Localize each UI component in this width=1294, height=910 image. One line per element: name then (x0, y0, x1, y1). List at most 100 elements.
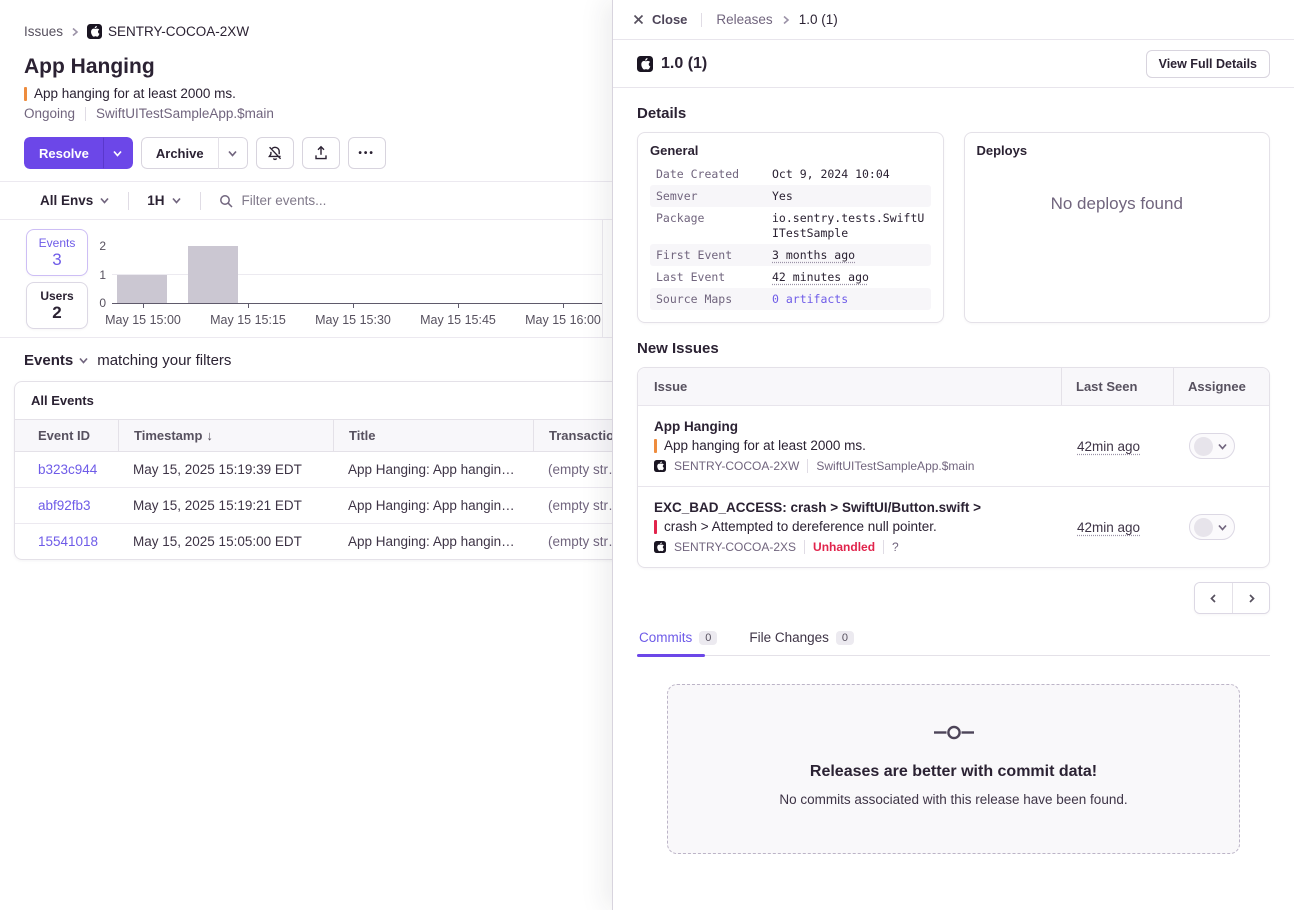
tab-file-changes[interactable]: File Changes 0 (747, 622, 856, 655)
ellipsis-icon: ••• (358, 148, 375, 159)
chart-bar (188, 246, 238, 303)
divider (602, 220, 603, 337)
breadcrumb-issues-link[interactable]: Issues (24, 24, 63, 39)
divider (807, 459, 808, 473)
view-full-details-button[interactable]: View Full Details (1146, 50, 1270, 78)
event-id-link[interactable]: 15541018 (15, 524, 118, 559)
events-section-subtitle: matching your filters (97, 352, 231, 369)
close-icon (633, 14, 644, 25)
tab-commits-label: Commits (639, 630, 692, 645)
column-event-id[interactable]: Event ID (15, 420, 118, 451)
detail-row: Last Event 42 minutes ago (650, 266, 931, 288)
chevron-right-icon (781, 15, 791, 25)
detail-key: Source Maps (656, 292, 772, 307)
divider (883, 540, 884, 554)
events-dataset-selector[interactable]: Events (24, 352, 89, 369)
apple-platform-icon (654, 541, 666, 553)
breadcrumb-project-label: SENTRY-COCOA-2XW (108, 24, 249, 39)
new-issues-heading: New Issues (637, 340, 1270, 357)
chevron-down-icon (1217, 522, 1228, 533)
archive-button[interactable]: Archive (141, 137, 218, 169)
previous-page-button[interactable] (1195, 583, 1232, 613)
mute-button[interactable] (256, 137, 294, 169)
column-assignee: Assignee (1173, 368, 1269, 405)
empty-state-title: Releases are better with commit data! (688, 763, 1219, 781)
more-actions-button[interactable]: ••• (348, 137, 386, 169)
event-id-link[interactable]: b323c944 (15, 452, 118, 487)
avatar (1194, 518, 1213, 537)
drawer-topbar: Close Releases 1.0 (1) (613, 0, 1294, 40)
period-filter-label: 1H (147, 193, 164, 208)
level-indicator (654, 439, 657, 453)
issue-short-id: SENTRY-COCOA-2XS (674, 540, 796, 554)
assignee-dropdown[interactable] (1189, 514, 1235, 540)
environment-filter[interactable]: All Envs (40, 193, 110, 208)
breadcrumb-project[interactable]: SENTRY-COCOA-2XW (87, 24, 249, 39)
issues-table-header: Issue Last Seen Assignee (638, 368, 1269, 405)
detail-key: Last Event (656, 270, 772, 285)
event-transaction: (empty str… (533, 452, 612, 487)
issue-detail-panel: Issues SENTRY-COCOA-2XW App Hanging App … (0, 0, 612, 910)
event-id-link[interactable]: abf92fb3 (15, 488, 118, 523)
issue-context: SwiftUITestSampleApp.$main (96, 106, 274, 121)
sort-desc-icon: ↓ (206, 428, 213, 443)
breadcrumb-releases-link[interactable]: Releases (716, 12, 772, 27)
filter-events-input[interactable] (242, 193, 542, 208)
tab-file-changes-label: File Changes (749, 630, 829, 645)
assignee-dropdown[interactable] (1189, 433, 1235, 459)
assignee-cell (1173, 487, 1269, 567)
divider (200, 192, 201, 210)
events-section-heading: Events matching your filters (24, 352, 612, 369)
detail-value: Yes (772, 189, 925, 204)
chart-bar (117, 275, 167, 304)
tab-commits-count: 0 (699, 631, 717, 645)
chevron-down-icon (99, 195, 110, 206)
issue-link[interactable]: EXC_BAD_ACCESS: crash > SwiftUI/Button.s… (654, 500, 1045, 515)
event-title: App Hanging: App hangin… (333, 452, 533, 487)
issue-link[interactable]: App Hanging (654, 419, 1045, 434)
resolve-dropdown-button[interactable] (103, 137, 133, 169)
issue-row: EXC_BAD_ACCESS: crash > SwiftUI/Button.s… (638, 486, 1269, 567)
period-filter[interactable]: 1H (147, 193, 181, 208)
details-grid: General Date Created Oct 9, 2024 10:04 S… (637, 132, 1270, 323)
event-search (219, 193, 612, 208)
detail-key: Semver (656, 189, 772, 204)
deploys-empty-message: No deploys found (977, 194, 1258, 214)
all-events-card: All Events Event ID Timestamp↓ Title Tra… (14, 381, 612, 560)
issue-message-row: crash > Attempted to dereference null po… (654, 519, 1045, 534)
tab-commits[interactable]: Commits 0 (637, 622, 719, 655)
next-page-button[interactable] (1232, 583, 1269, 613)
upload-icon (313, 145, 329, 161)
last-seen-value: 42min ago (1077, 439, 1140, 454)
chevron-down-icon (227, 148, 238, 159)
events-chart-plot: 012May 15 15:00May 15 15:15May 15 15:30M… (112, 247, 602, 304)
detail-value: io.sentry.tests.SwiftUITestSample (772, 211, 925, 241)
bell-slash-icon (267, 145, 283, 161)
last-seen-cell: 42min ago (1061, 406, 1173, 486)
events-card-header: All Events (15, 382, 612, 420)
apple-platform-icon (87, 24, 102, 39)
users-stat-card[interactable]: Users 2 (26, 282, 88, 329)
archive-dropdown-button[interactable] (218, 137, 248, 169)
event-title: App Hanging: App hangin… (333, 488, 533, 523)
events-stat-card[interactable]: Events 3 (26, 229, 88, 276)
close-drawer-button[interactable]: Close (633, 12, 687, 27)
source-maps-link[interactable]: 0 artifacts (772, 292, 925, 307)
event-transaction: (empty str… (533, 488, 612, 523)
events-stat-value: 3 (52, 250, 61, 269)
apple-platform-icon (654, 460, 666, 472)
issue-sub-row: SENTRY-COCOA-2XS Unhandled ? (654, 540, 1045, 554)
events-table-header: Event ID Timestamp↓ Title Transaction (15, 420, 612, 452)
column-transaction[interactable]: Transaction (533, 420, 612, 451)
event-table-row: 15541018 May 15, 2025 15:05:00 EDT App H… (15, 524, 612, 559)
drawer-breadcrumb: Releases 1.0 (1) (716, 12, 837, 27)
column-timestamp[interactable]: Timestamp↓ (118, 420, 333, 451)
detail-key: Package (656, 211, 772, 241)
chevron-down-icon (112, 148, 123, 159)
resolve-button[interactable]: Resolve (24, 137, 103, 169)
event-title: App Hanging: App hangin… (333, 524, 533, 559)
issue-message: App hanging for at least 2000 ms. (664, 438, 866, 453)
issue-sub-row: SENTRY-COCOA-2XW SwiftUITestSampleApp.$m… (654, 459, 1045, 473)
column-title[interactable]: Title (333, 420, 533, 451)
share-button[interactable] (302, 137, 340, 169)
